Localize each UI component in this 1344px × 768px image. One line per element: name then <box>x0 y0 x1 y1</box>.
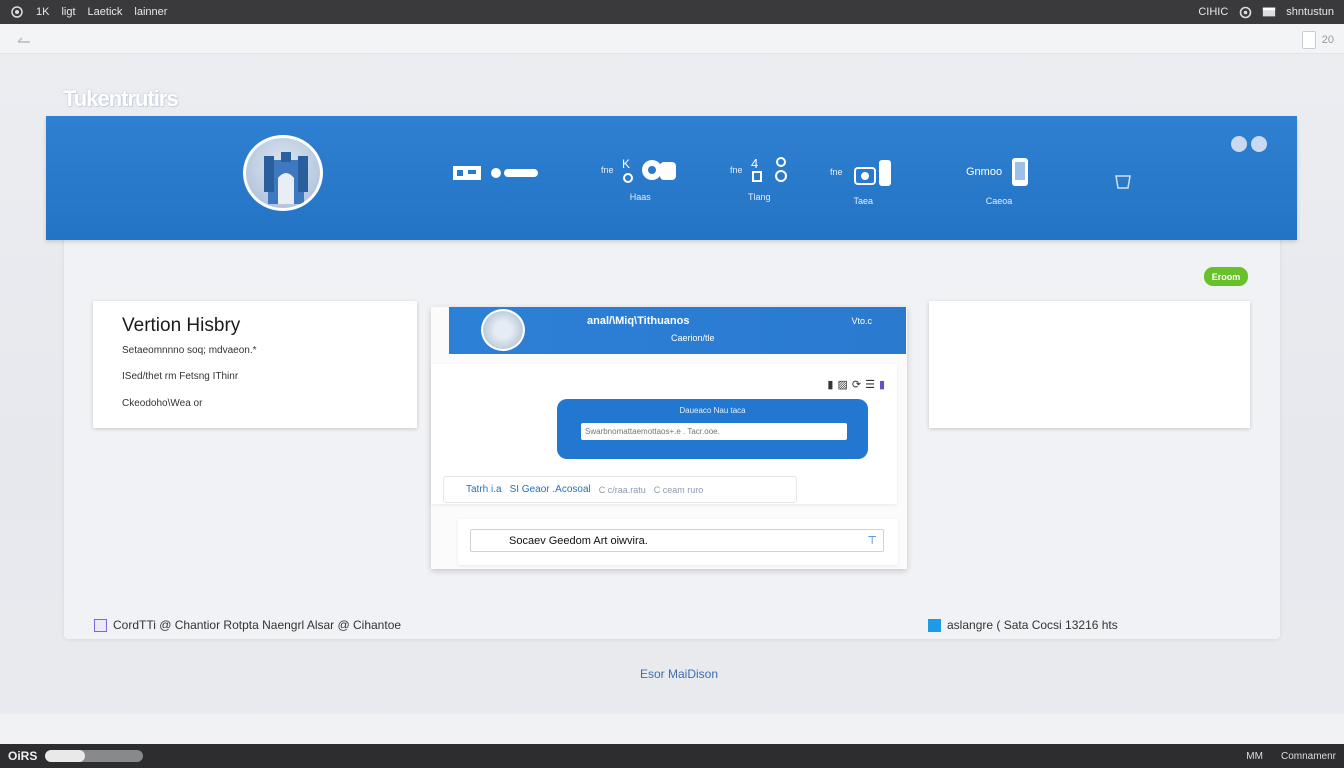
window-icon[interactable] <box>1262 5 1276 19</box>
hero-banner: fne K Haas fne 4 Tlang fne Taea Gnmoo Ca… <box>46 116 1297 240</box>
menu-item-1[interactable]: 1K <box>36 6 49 18</box>
lower-band <box>0 714 1344 744</box>
middle-header-right[interactable]: Vto.c <box>851 316 872 326</box>
phone-icon <box>1012 158 1029 186</box>
top-menu-bar: 1K ligt Laetick lainner CIHIC shntustun <box>0 0 1344 24</box>
middle-header-title: anal/\Miq\Tithuanos <box>587 315 690 327</box>
version-line-2[interactable]: ISed/thet rm Fetsng IThinr <box>122 371 238 382</box>
hero-controls <box>1231 136 1267 152</box>
version-line-1[interactable]: Setaeomnnno soq; mdvaeon.* <box>122 345 257 356</box>
tab-3[interactable]: C c/raa.ratu <box>599 485 646 495</box>
nav-item-2-label: fne <box>730 165 743 175</box>
taskbar-user[interactable]: Comnamenr <box>1281 751 1336 762</box>
camera-icon <box>853 160 891 186</box>
version-line-3[interactable]: Ckeodoho\Wea or <box>122 398 202 409</box>
user-name[interactable]: shntustun <box>1286 6 1334 18</box>
toolbar: 20 <box>0 24 1344 54</box>
nav-item-haas[interactable]: fne K Haas <box>601 156 680 202</box>
status-text: CIHIC <box>1198 6 1229 18</box>
middle-header: anal/\Miq\Tithuanos Caerion/tle Vto.c <box>449 307 906 354</box>
tiles-icon: 4 <box>751 156 787 182</box>
lock-icon[interactable]: ▮ <box>827 378 833 391</box>
info-square-icon <box>928 618 941 632</box>
castle-avatar[interactable] <box>243 135 323 211</box>
search-field-value: Socaev Geedom Art oiwvira. <box>509 534 648 547</box>
nav-item-2-caption: Tlang <box>748 192 771 202</box>
settings-icon[interactable] <box>1238 5 1252 19</box>
bookmark-icon[interactable]: ▮ <box>879 378 885 391</box>
settings-dot-icon[interactable] <box>1251 136 1267 152</box>
middle-panel: anal/\Miq\Tithuanos Caerion/tle Vto.c ▮ … <box>431 307 907 569</box>
version-history-title: Vertion Hisbry <box>122 315 241 336</box>
nav-item-taea[interactable]: fne Taea <box>830 156 897 206</box>
taskbar-icon-text[interactable]: MM <box>1246 751 1263 762</box>
search-box-panel: Daueaco Nau taca <box>557 399 868 459</box>
brand-title: Tukentrutirs <box>63 86 179 111</box>
nav-item-3-label: fne <box>830 167 843 177</box>
nav-item-3-caption: Taea <box>853 196 874 206</box>
app-logo-icon[interactable] <box>10 5 24 19</box>
svg-text:K: K <box>622 157 630 171</box>
tab-1[interactable]: Tatrh i.a <box>466 484 502 495</box>
page-counter: 20 <box>1321 34 1334 46</box>
grid-icon <box>94 618 107 632</box>
list-icon[interactable]: ☰ <box>865 378 875 391</box>
footer-right: aslangre ( Sata Cocsi 13216 hts <box>928 618 1118 632</box>
middle-avatar[interactable] <box>481 309 525 351</box>
bottom-link[interactable]: Esor MaiDison <box>640 667 718 681</box>
nav-item-1-caption: Haas <box>629 192 651 202</box>
footer-right-text[interactable]: aslangre ( Sata Cocsi 13216 hts <box>947 618 1118 632</box>
extension-icon[interactable] <box>1114 174 1132 195</box>
taskbar-logo[interactable]: OiRS <box>8 749 37 763</box>
nav-item-1-label: fne <box>601 165 614 175</box>
search-input[interactable] <box>581 423 847 440</box>
tab-strip: Tatrh i.a SI Geaor .Acosoal C c/raa.ratu… <box>443 476 797 503</box>
menu-item-2[interactable]: ligt <box>61 6 75 18</box>
version-history-panel: Vertion Hisbry Setaeomnnno soq; mdvaeon.… <box>93 301 417 428</box>
nav-logo[interactable] <box>452 164 540 182</box>
menu-item-4[interactable]: lainner <box>134 6 167 18</box>
pin-icon[interactable]: ▨ <box>837 378 847 391</box>
progress-bar[interactable] <box>45 750 144 762</box>
right-panel <box>929 301 1250 428</box>
bottom-search-zone: Socaev Geedom Art oiwvira. ⊤ <box>458 519 898 565</box>
user-dot-icon[interactable] <box>1231 136 1247 152</box>
nav-item-tlang[interactable]: fne 4 Tlang <box>730 156 789 202</box>
menu-item-3[interactable]: Laetick <box>88 6 123 18</box>
search-field[interactable]: Socaev Geedom Art oiwvira. ⊤ <box>470 529 884 552</box>
nav-item-4-caption: Caeoa <box>985 196 1013 206</box>
footer-left: CordTTi @ Chantior Rotpta Naengrl Alsar … <box>94 618 401 632</box>
tab-2[interactable]: SI Geaor .Acosoal <box>510 484 591 495</box>
middle-header-subtitle: Caerion/tle <box>671 333 715 343</box>
back-icon[interactable] <box>16 32 32 46</box>
middle-body: ▮ ▨ ⟳ ☰ ▮ Daueaco Nau taca Tatrh i.a SI … <box>431 364 897 504</box>
nav-item-caeoa[interactable]: Gnmoo Caeoa <box>966 156 1032 206</box>
progress-fill <box>45 750 85 762</box>
svg-text:4: 4 <box>751 156 758 171</box>
dropdown-icon[interactable]: ⊤ <box>867 534 877 547</box>
people-icon: K <box>622 157 676 183</box>
mini-toolbar: ▮ ▨ ⟳ ☰ ▮ <box>827 378 885 391</box>
taskbar: OiRS MM Comnamenr <box>0 744 1344 768</box>
document-icon[interactable] <box>1301 31 1316 49</box>
search-box-label: Daueaco Nau taca <box>679 406 746 415</box>
footer-left-text[interactable]: CordTTi @ Chantior Rotpta Naengrl Alsar … <box>113 618 401 632</box>
tab-4[interactable]: C ceam ruro <box>654 485 704 495</box>
status-badge[interactable]: Eroom <box>1204 267 1248 286</box>
nav-item-4-label: Gnmoo <box>966 166 1003 178</box>
refresh-icon[interactable]: ⟳ <box>852 378 861 391</box>
